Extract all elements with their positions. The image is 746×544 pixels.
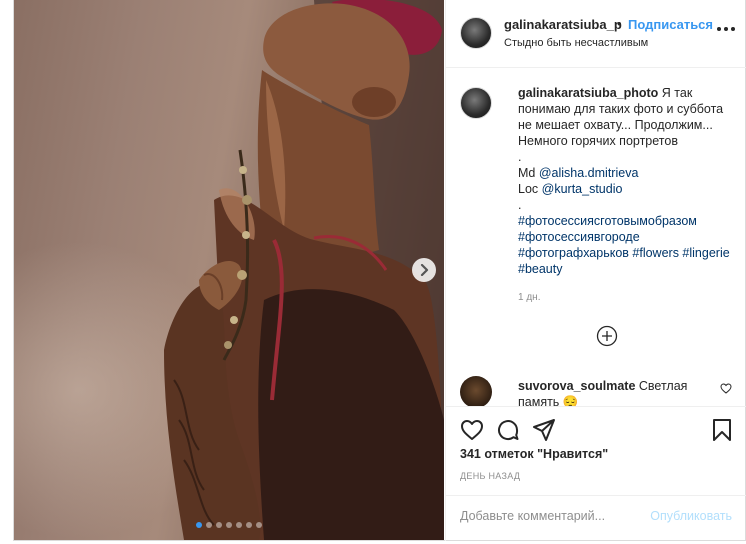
carousel-dot	[216, 522, 222, 528]
commenter-username[interactable]: suvorova_soulmate	[518, 379, 635, 393]
post-header: galinakaratsiuba_p • Подписаться Стыдно …	[446, 0, 746, 68]
author-avatar[interactable]	[460, 17, 492, 49]
post-caption: galinakaratsiuba_photo Я так понимаю для…	[518, 85, 740, 277]
caption-username[interactable]: galinakaratsiuba_photo	[518, 86, 658, 100]
loc-handle-link[interactable]: @kurta_studio	[542, 182, 623, 196]
comment-icon[interactable]	[496, 418, 520, 442]
md-handle-link[interactable]: @alisha.dmitrieva	[539, 166, 639, 180]
caption-dot: .	[518, 150, 522, 164]
post-container: galinakaratsiuba_p • Подписаться Стыдно …	[13, 0, 746, 541]
bookmark-icon[interactable]	[712, 418, 732, 442]
caption-author-avatar[interactable]	[460, 87, 492, 119]
commenter-avatar[interactable]	[460, 376, 492, 406]
share-icon[interactable]	[532, 418, 556, 442]
post-photo[interactable]	[14, 0, 444, 540]
caption-dot: .	[518, 198, 522, 212]
comments-area: galinakaratsiuba_photo Я так понимаю для…	[446, 69, 746, 406]
small-heart-icon[interactable]	[720, 383, 732, 394]
caption-time: 1 дн.	[518, 292, 541, 303]
post-location[interactable]: Стыдно быть несчастливым	[504, 37, 648, 49]
post-actions: 341 отметок "Нравится" ДЕНЬ НАЗАД	[446, 406, 746, 499]
hashtags[interactable]: #фотосессиясготовымобразом #фотосессиявг…	[518, 214, 730, 276]
follow-button[interactable]: Подписаться	[628, 17, 713, 32]
comment-item: suvorova_soulmate Светлая память 😔	[446, 369, 746, 406]
comment-input[interactable]: Добавьте комментарий...	[460, 509, 605, 523]
post-date: ДЕНЬ НАЗАД	[460, 471, 521, 481]
author-username[interactable]: galinakaratsiuba_p	[504, 17, 622, 32]
heart-icon[interactable]	[460, 419, 484, 441]
carousel-dot	[256, 522, 262, 528]
carousel-indicator	[14, 522, 444, 528]
comment-body: suvorova_soulmate Светлая память 😔	[518, 378, 718, 406]
next-arrow-icon	[420, 264, 429, 276]
add-comment-bar: Добавьте комментарий... Опубликовать	[446, 495, 746, 540]
carousel-dot	[236, 522, 242, 528]
header-separator: •	[617, 16, 622, 31]
carousel-dot	[246, 522, 252, 528]
more-options-icon[interactable]	[717, 27, 735, 31]
md-prefix: Md	[518, 166, 536, 180]
carousel-dot	[196, 522, 202, 528]
post-side-panel: galinakaratsiuba_p • Подписаться Стыдно …	[445, 0, 746, 541]
loc-prefix: Loc	[518, 182, 539, 196]
likes-count[interactable]: 341 отметок "Нравится"	[460, 447, 608, 461]
carousel-dot	[206, 522, 212, 528]
load-more-plus-icon[interactable]	[596, 325, 618, 347]
carousel-dot	[226, 522, 232, 528]
publish-button[interactable]: Опубликовать	[650, 509, 732, 523]
photo-figure	[164, 0, 444, 540]
next-photo-button[interactable]	[412, 258, 436, 282]
